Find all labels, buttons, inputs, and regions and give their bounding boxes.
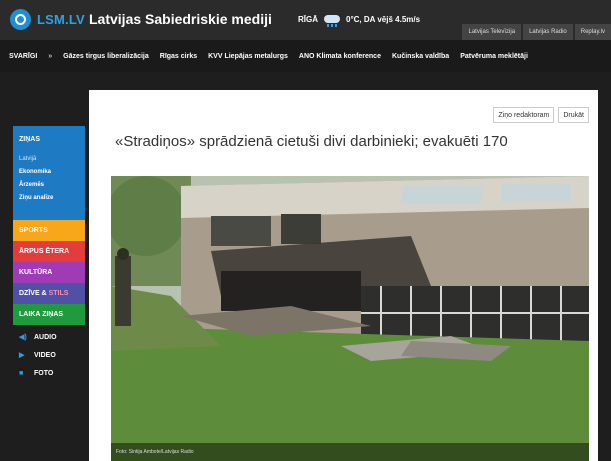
report-editor-button[interactable]: Ziņo redaktoram bbox=[493, 107, 555, 123]
ticker-item[interactable]: KVV Liepājas metalurgs bbox=[208, 53, 288, 60]
important-ticker: SVARĪGI » Gāzes tirgus liberalizācija Rī… bbox=[0, 40, 611, 72]
article-tools: Ziņo redaktoram Drukāt bbox=[489, 107, 589, 123]
sidebar-item-video[interactable]: ▶ VIDEO bbox=[13, 347, 85, 365]
print-button[interactable]: Drukāt bbox=[558, 107, 589, 123]
top-nav: Latvijas Televīzija Latvijas Radio Repla… bbox=[460, 24, 611, 40]
sidebar-sub-arzemes[interactable]: Ārzemēs bbox=[19, 182, 44, 188]
video-label: VIDEO bbox=[34, 352, 56, 359]
sidebar-item-kultura[interactable]: KULTŪRA bbox=[13, 262, 85, 283]
article-photo[interactable]: Foto: Sintija Ambote/Latvijas Radio bbox=[111, 176, 589, 461]
sidebar-sub-latvija[interactable]: Latvijā bbox=[19, 156, 36, 162]
ticker-separator-icon: » bbox=[48, 52, 53, 60]
sidebar-item-zinas[interactable]: ZIŅAS bbox=[19, 136, 40, 143]
sidebar-item-foto[interactable]: ■ FOTO bbox=[13, 365, 85, 383]
weather-widget: RĪGĀ 0°C, DA vējš 4.5m/s bbox=[298, 13, 421, 27]
sidebar-sub-ekonomika[interactable]: Ekonomika bbox=[19, 169, 51, 175]
section-sidebar: ZIŅAS Latvijā Ekonomika Ārzemēs Ziņu ana… bbox=[13, 126, 85, 383]
cloud-rain-icon bbox=[322, 13, 342, 27]
sidebar-item-dzive-stils[interactable]: DZĪVE & STILS bbox=[13, 283, 85, 304]
lsm-logo-icon bbox=[10, 9, 31, 30]
stils-label: STILS bbox=[48, 290, 69, 297]
nav-ltv[interactable]: Latvijas Televīzija bbox=[462, 24, 522, 40]
weather-info: 0°C, DA vējš 4.5m/s bbox=[346, 14, 421, 24]
play-icon: ▶ bbox=[19, 352, 25, 359]
ticker-item[interactable]: Patvēruma meklētāji bbox=[460, 53, 528, 60]
ticker-label: SVARĪGI bbox=[9, 52, 38, 60]
camera-icon: ■ bbox=[19, 370, 24, 377]
sidebar-item-audio[interactable]: ◀) AUDIO bbox=[13, 329, 85, 347]
article-headline: «Stradiņos» sprādzienā cietuši divi darb… bbox=[115, 133, 508, 150]
site-title[interactable]: Latvijas Sabiedriskie mediji bbox=[89, 11, 272, 27]
sidebar-item-laika-zinas[interactable]: LAIKA ZIŅAS bbox=[13, 304, 85, 325]
sidebar-zinas: ZIŅAS Latvijā Ekonomika Ārzemēs Ziņu ana… bbox=[13, 126, 85, 220]
speaker-icon: ◀) bbox=[19, 334, 27, 341]
ticker-item[interactable]: Kučinska valdība bbox=[392, 53, 449, 60]
top-bar: LSM.LV Latvijas Sabiedriskie mediji RĪGĀ… bbox=[0, 0, 611, 40]
dzive-label: DZĪVE & bbox=[19, 290, 49, 297]
article: Ziņo redaktoram Drukāt «Stradiņos» sprād… bbox=[89, 90, 598, 461]
nav-lr[interactable]: Latvijas Radio bbox=[523, 24, 573, 40]
logo-text: LSM.LV bbox=[37, 12, 85, 27]
photo-caption: Foto: Sintija Ambote/Latvijas Radio bbox=[111, 443, 589, 461]
sidebar-sub-analize[interactable]: Ziņu analīze bbox=[19, 195, 53, 201]
ticker-item[interactable]: ANO Klimata konference bbox=[299, 53, 381, 60]
lsm-logo[interactable]: LSM.LV bbox=[10, 9, 85, 30]
foto-label: FOTO bbox=[34, 370, 54, 377]
nav-replay[interactable]: Replay.lv bbox=[574, 24, 611, 40]
sidebar-item-sports[interactable]: SPORTS bbox=[13, 220, 85, 241]
ticker-item[interactable]: Gāzes tirgus liberalizācija bbox=[63, 53, 149, 60]
audio-label: AUDIO bbox=[34, 334, 57, 341]
sidebar-item-arpus-etera[interactable]: ĀRPUS ĒTERA bbox=[13, 241, 85, 262]
article-photo-image bbox=[111, 176, 589, 461]
weather-city: RĪGĀ bbox=[298, 14, 318, 24]
ticker-item[interactable]: Rīgas cirks bbox=[160, 53, 197, 60]
